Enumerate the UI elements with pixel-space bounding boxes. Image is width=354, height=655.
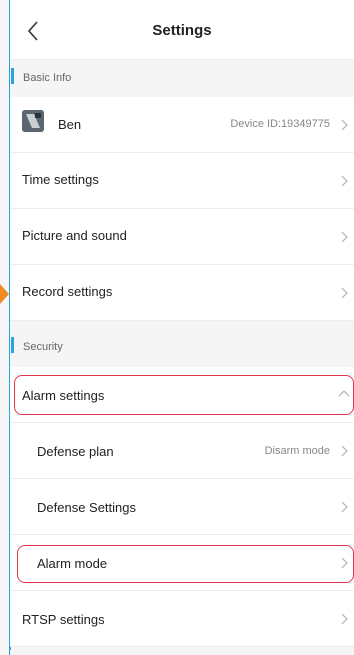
device-name: Ben — [58, 117, 82, 132]
section-label-basic-info: Basic Info — [23, 72, 72, 84]
page-title: Settings — [152, 22, 212, 39]
device-row[interactable]: Ben Device ID:19349775 — [10, 97, 354, 153]
section-label-security: Security — [23, 341, 63, 353]
alarm-mode-row[interactable]: Alarm mode — [10, 535, 354, 591]
record-settings-label: Record settings — [22, 284, 113, 299]
time-settings-label: Time settings — [22, 172, 99, 187]
time-settings-row[interactable]: Time settings — [10, 153, 354, 209]
chevron-right-icon — [341, 445, 348, 457]
chevron-right-icon — [341, 119, 348, 131]
annotation-marker — [0, 284, 9, 304]
chevron-right-icon — [341, 501, 348, 513]
section-accent-bar — [11, 337, 14, 353]
section-header-basic-info: Basic Info — [10, 60, 354, 101]
rtsp-settings-row[interactable]: RTSP settings — [10, 591, 354, 647]
defense-plan-label: Defense plan — [37, 444, 114, 459]
defense-settings-label: Defense Settings — [37, 500, 137, 515]
record-settings-row[interactable]: Record settings — [10, 265, 354, 321]
device-avatar — [22, 110, 44, 132]
alarm-mode-label: Alarm mode — [37, 556, 108, 571]
alarm-settings-label: Alarm settings — [22, 388, 105, 403]
defense-plan-value: Disarm mode — [264, 445, 330, 457]
chevron-right-icon — [341, 557, 348, 569]
chevron-right-icon — [341, 613, 348, 625]
settings-screen: Settings Basic Info Ben Device ID:193497… — [0, 0, 354, 655]
chevron-right-icon — [341, 231, 348, 243]
defense-settings-row[interactable]: Defense Settings — [10, 479, 354, 535]
header-bar: Settings — [10, 0, 354, 60]
device-id: Device ID:19349775 — [230, 118, 330, 130]
rtsp-settings-label: RTSP settings — [22, 612, 105, 627]
bottom-divider — [10, 650, 354, 655]
section-header-security: Security — [10, 321, 354, 367]
picture-and-sound-row[interactable]: Picture and sound — [10, 209, 354, 265]
camera-thumbnail-icon — [22, 110, 44, 132]
picture-and-sound-label: Picture and sound — [22, 228, 127, 243]
alarm-settings-row[interactable]: Alarm settings — [10, 367, 354, 423]
chevron-up-icon[interactable] — [338, 389, 350, 397]
defense-plan-row[interactable]: Defense plan Disarm mode — [10, 423, 354, 479]
chevron-right-icon — [341, 175, 348, 187]
chevron-right-icon — [341, 287, 348, 299]
section-accent-bar — [11, 68, 14, 84]
